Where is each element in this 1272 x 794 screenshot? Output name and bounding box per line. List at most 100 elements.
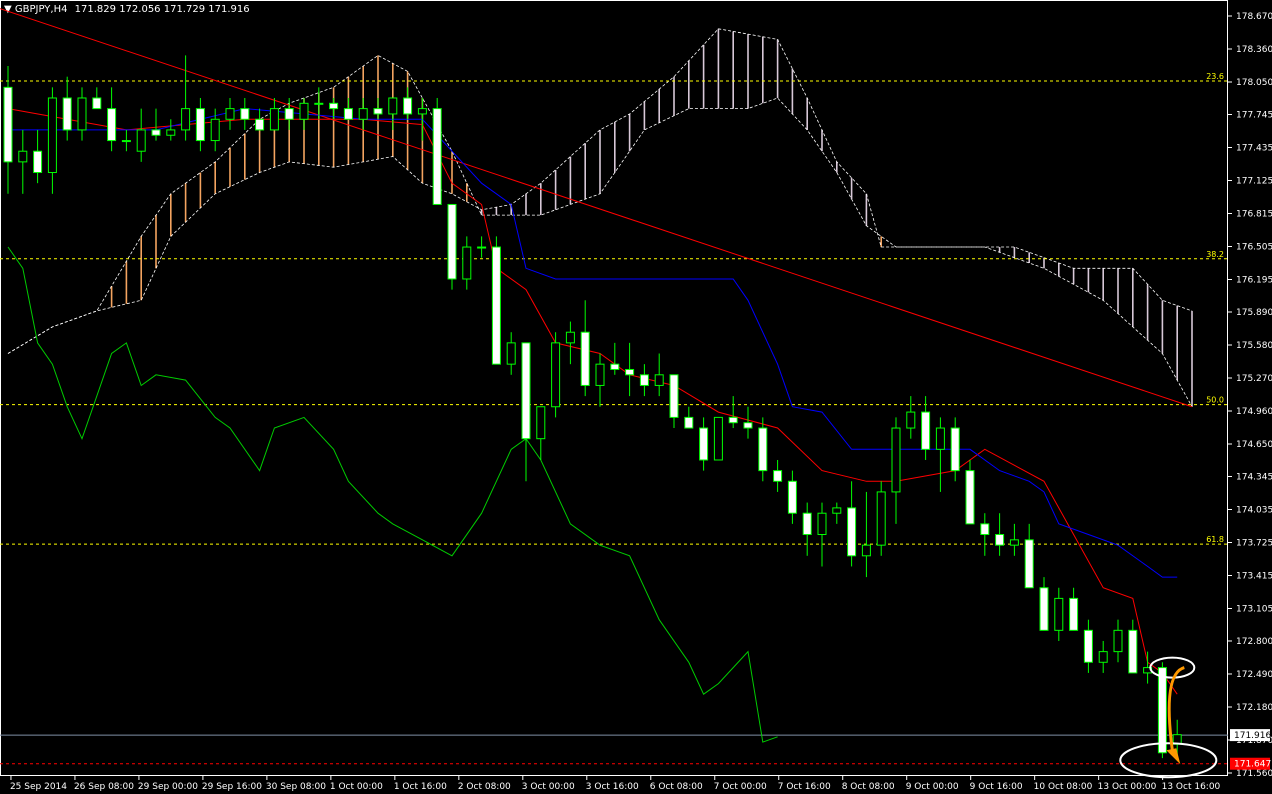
- candle-body-bull: [876, 491, 886, 546]
- candle-body-bear: [151, 129, 161, 136]
- candle: [669, 374, 679, 429]
- x-tick-label: 6 Oct 08:00: [650, 782, 703, 792]
- y-axis: 178.670 178.360 178.050 177.745 177.435 177.1…: [1228, 12, 1272, 779]
- candle-body-bull: [713, 416, 723, 461]
- candle: [551, 332, 561, 418]
- y-tick-label: 177.745: [1236, 110, 1272, 120]
- y-tick-label: 177.435: [1236, 143, 1272, 153]
- candle-body-bull: [417, 108, 427, 115]
- y-tick-label: 172.180: [1236, 703, 1272, 713]
- x-tick-label: 7 Oct 16:00: [778, 782, 831, 792]
- candle-body-bear: [847, 507, 857, 557]
- candle: [728, 396, 738, 429]
- y-tick-label: 175.270: [1236, 374, 1272, 384]
- candle-body-bear: [980, 523, 990, 536]
- candle: [3, 66, 13, 194]
- candle: [358, 97, 368, 130]
- candle-body-bull: [388, 97, 398, 115]
- candle-body-bull: [225, 108, 235, 120]
- x-tick-label: 9 Oct 00:00: [906, 782, 959, 792]
- fib-level-label: 38.2: [1206, 250, 1224, 259]
- candle-body-bear: [669, 374, 679, 418]
- candle: [491, 236, 501, 365]
- candle-body-bull: [358, 108, 368, 120]
- current-price-tag: 171.916: [1234, 731, 1271, 741]
- candle: [906, 396, 916, 439]
- candle-body-bull: [506, 342, 516, 365]
- candle-body-bull: [1009, 539, 1019, 546]
- candle-body-bull: [477, 246, 487, 249]
- candle-body-bull: [47, 97, 57, 174]
- candle-body-bear: [699, 427, 709, 461]
- candle: [536, 406, 546, 460]
- candle-body-bull: [906, 411, 916, 429]
- candle: [521, 342, 531, 482]
- y-tick-label: 171.560: [1236, 769, 1272, 779]
- candle: [847, 481, 857, 567]
- candle: [684, 406, 694, 429]
- candle: [565, 321, 575, 365]
- candle: [77, 87, 87, 141]
- candle: [506, 332, 516, 375]
- candle-body-bear: [625, 368, 635, 376]
- candle-body-bull: [121, 140, 131, 143]
- candle-body-bull: [166, 129, 176, 136]
- x-tick-label: 13 Oct 00:00: [1098, 782, 1157, 792]
- candle: [403, 87, 413, 120]
- candle-body-bear: [965, 470, 975, 525]
- candle-body-bear: [284, 108, 294, 120]
- candle: [121, 129, 131, 152]
- candle-body-bear: [343, 108, 353, 120]
- candle: [107, 87, 117, 152]
- chikou-line: [7, 246, 778, 743]
- candle-body-bear: [787, 480, 797, 514]
- candle-body-bull: [565, 331, 575, 344]
- candle: [181, 55, 191, 141]
- candle: [1113, 619, 1123, 663]
- candle-body-bear: [432, 108, 442, 205]
- price-chart[interactable]: 23.6 38.2 50.0 61.8 178.670 178.360 178.050 177…: [0, 0, 1272, 794]
- candle: [832, 502, 842, 524]
- candle-body-bull: [462, 246, 472, 280]
- x-tick-label: 3 Oct 00:00: [522, 782, 575, 792]
- candle-body-bear: [1069, 597, 1079, 631]
- candle: [965, 459, 975, 525]
- candle: [876, 481, 886, 556]
- marked-price-tag: 171.647: [1234, 760, 1271, 770]
- candle: [699, 417, 709, 471]
- candle-body-bull: [269, 108, 279, 131]
- x-tick-label: 10 Oct 08:00: [1034, 782, 1093, 792]
- candles: [3, 55, 1182, 759]
- x-tick-label: 13 Oct 16:00: [1162, 782, 1221, 792]
- candle-body-bull: [551, 342, 561, 408]
- candle: [1039, 577, 1049, 631]
- candle-body-bull: [77, 97, 87, 131]
- candle: [343, 97, 353, 120]
- annotation-ellipse-bottom: [1119, 742, 1218, 779]
- candle: [654, 353, 664, 397]
- candle: [33, 129, 43, 184]
- candle-body-bull: [654, 374, 664, 386]
- candle-body-bear: [107, 108, 117, 142]
- x-tick-label: 7 Oct 00:00: [714, 782, 767, 792]
- candle-body-bear: [447, 203, 457, 280]
- x-tick-label: 9 Oct 16:00: [970, 782, 1023, 792]
- candle-body-bear: [373, 108, 383, 115]
- y-tick-label: 175.890: [1236, 308, 1272, 318]
- candle: [269, 97, 279, 131]
- x-tick-label: 1 Oct 16:00: [394, 782, 447, 792]
- candle-body-bear: [1083, 629, 1093, 663]
- x-tick-label: 26 Sep 08:00: [74, 782, 134, 792]
- y-tick-label: 174.345: [1236, 472, 1272, 482]
- candle-body-bear: [240, 108, 250, 120]
- candle: [62, 76, 72, 141]
- candle-body-bull: [18, 150, 28, 163]
- candle: [802, 502, 812, 556]
- candle: [1128, 619, 1138, 674]
- candle: [447, 203, 457, 290]
- candle: [166, 119, 176, 141]
- trend-line: [0, 8, 1193, 408]
- candle-body-bear: [521, 342, 531, 440]
- y-tick-label: 174.960: [1236, 407, 1272, 417]
- candle: [1083, 619, 1093, 673]
